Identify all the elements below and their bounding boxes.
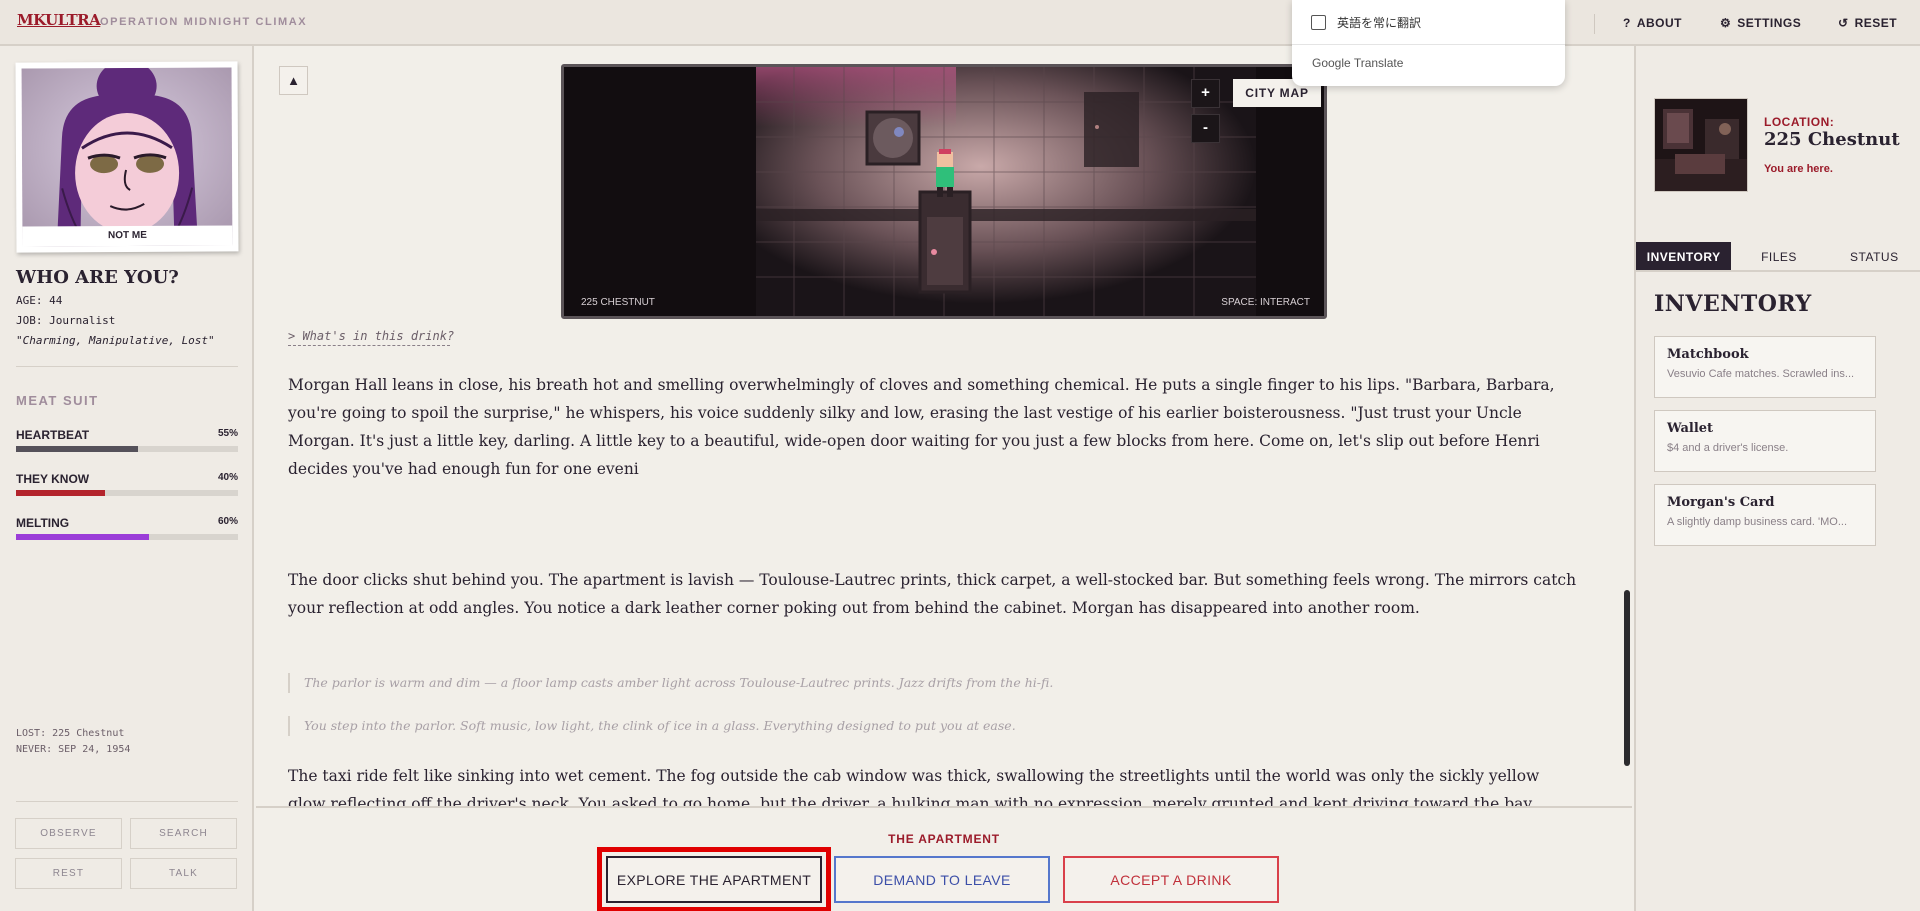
lost-status: LOST: 225 Chestnut [16,728,125,739]
scene-map[interactable]: + - CITY MAP 225 CHESTNUT SPACE: INTERAC… [561,64,1327,319]
game-subtitle: OPERATION MIDNIGHT CLIMAX [100,16,308,28]
story-log: > What's in this drink? Morgan Hall lean… [288,329,1578,841]
item-name: Morgan's Card [1667,495,1775,510]
section-divider [16,366,238,367]
stat-fill [16,534,150,540]
choice-demand-leave-button[interactable]: DEMAND TO LEAVE [834,856,1050,903]
portrait-frame: NOT ME [15,61,239,253]
map-interact-hint: SPACE: INTERACT [1221,297,1310,308]
location-thumbnail [1654,98,1748,192]
choice-explore-button[interactable]: EXPLORE THE APARTMENT [597,847,831,911]
scene-label: THE APARTMENT [888,832,1000,846]
character-title: WHO ARE YOU? [16,267,179,288]
top-divider [1594,14,1595,34]
character-portrait: NOT ME [21,67,233,247]
reset-button[interactable]: ↺ RESET [1838,16,1897,30]
stat-fill [16,490,105,496]
stat-label: HEARTBEAT [16,428,90,442]
portrait-drawing [21,67,233,247]
inventory-title: INVENTORY [1654,291,1812,317]
gear-icon: ⚙ [1720,16,1732,30]
story-area: ▲ + - CITY MAP 225 CHESTNUT SPACE: INTER… [256,46,1632,911]
rest-button[interactable]: REST [15,858,122,889]
location-subtext: You are here. [1764,163,1833,175]
item-name: Matchbook [1667,347,1749,362]
tab-files[interactable]: FILES [1731,242,1826,270]
always-translate-option[interactable]: 英語を常に翻訳 [1311,14,1421,31]
inventory-item-wallet[interactable]: Wallet $4 and a driver's license. [1654,410,1876,472]
inventory-item-morgans-card[interactable]: Morgan's Card A slightly damp business c… [1654,484,1876,546]
never-status: NEVER: SEP 24, 1954 [16,744,131,755]
stat-label: MELTING [16,516,70,530]
tab-status[interactable]: STATUS [1827,242,1920,270]
stat-track [16,490,238,496]
choice-accept-drink-button[interactable]: ACCEPT A DRINK [1063,856,1279,903]
stat-track [16,534,238,540]
always-translate-checkbox[interactable] [1311,15,1326,30]
stat-heartbeat: HEARTBEAT 55% [16,428,238,452]
section-divider [16,801,238,802]
stat-percent: 55% [217,428,238,439]
item-name: Wallet [1667,421,1714,436]
popup-divider [1292,44,1565,45]
stat-they-know: THEY KNOW 40% [16,472,238,496]
search-button[interactable]: SEARCH [130,818,237,849]
translate-popup: 英語を常に翻訳 Google Translate [1292,0,1565,86]
map-location-tag: 225 CHESTNUT [581,297,655,308]
choice-bar: THE APARTMENT EXPLORE THE APARTMENT DEMA… [256,806,1632,911]
tab-inventory[interactable]: INVENTORY [1636,242,1732,270]
top-bar: MKULTRA OPERATION MIDNIGHT CLIMAX ? ABOUT… [0,0,1920,46]
stat-percent: 60% [217,516,238,527]
observe-button[interactable]: OBSERVE [15,818,122,849]
location-name: 225 Chestnut [1764,129,1900,150]
brand-logo: MKULTRA [17,11,101,29]
portrait-caption: NOT ME [22,225,233,247]
character-panel: NOT ME WHO ARE YOU? AGE: 44 JOB: Journal… [0,46,254,911]
collapse-map-button[interactable]: ▲ [279,66,308,95]
prompt-underline [288,345,450,346]
stat-melting: MELTING 60% [16,516,238,540]
story-paragraph: The door clicks shut behind you. The apa… [288,571,1577,617]
character-age: AGE: 44 [16,294,63,307]
item-description: Vesuvio Cafe matches. Scrawled ins... [1667,368,1855,380]
item-description: $4 and a driver's license. [1667,442,1789,454]
meat-suit-title: MEAT SUIT [16,393,99,408]
location-thumbnail-drawing [1655,99,1747,191]
story-aside: You step into the parlor. Soft music, lo… [288,716,1016,736]
item-description: A slightly damp business card. 'MO... [1667,516,1848,528]
stat-percent: 40% [217,472,238,483]
talk-button[interactable]: TALK [130,858,237,889]
story-aside: The parlor is warm and dim — a floor lam… [288,673,1053,693]
stat-label: THEY KNOW [16,472,90,486]
character-traits: "Charming, Manipulative, Lost" [16,334,215,347]
character-job: JOB: Journalist [16,314,116,327]
about-button[interactable]: ? ABOUT [1623,16,1682,30]
stat-fill [16,446,139,452]
panel-tabs: INVENTORY FILES STATUS [1636,242,1920,272]
story-paragraph: Morgan Hall leans in close, his breath h… [288,376,1555,478]
triangle-up-icon: ▲ [287,73,300,88]
google-translate-brand: Google Translate [1312,56,1404,70]
player-prompt: > What's in this drink? [288,329,455,343]
info-panel: LOCATION: 225 Chestnut You are here. INV… [1634,46,1920,911]
inventory-item-matchbook[interactable]: Matchbook Vesuvio Cafe matches. Scrawled… [1654,336,1876,398]
story-scrollbar-thumb[interactable] [1624,590,1630,766]
stat-track [16,446,238,452]
location-label: LOCATION: [1764,115,1835,129]
zoom-in-button[interactable]: + [1191,79,1220,108]
settings-button[interactable]: ⚙ SETTINGS [1720,16,1801,30]
question-icon: ? [1623,16,1631,30]
reset-icon: ↺ [1838,16,1849,30]
zoom-out-button[interactable]: - [1191,114,1220,143]
